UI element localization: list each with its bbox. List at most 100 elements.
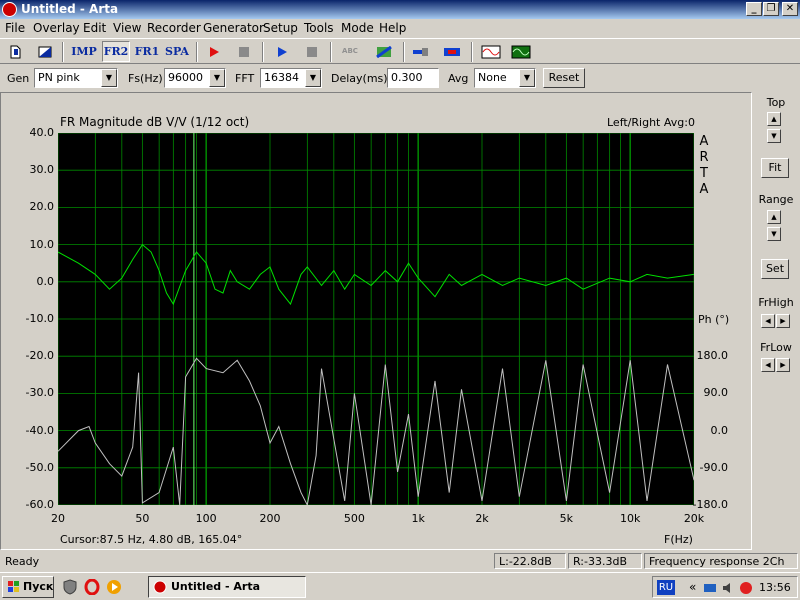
left-level-readout: L:-22.8dB xyxy=(494,553,566,569)
frhigh-left-button[interactable]: ◀ xyxy=(761,314,775,328)
status-ready: Ready xyxy=(5,555,40,568)
menu-overlay[interactable]: Overlay xyxy=(33,21,80,35)
reset-button[interactable]: Reset xyxy=(543,68,585,88)
measurement-params: Gen PN pink ▼ Fs(Hz) 96000 ▼ FFT 16384 ▼… xyxy=(0,65,800,90)
generator-play-icon[interactable] xyxy=(271,41,293,62)
avg-label: Avg xyxy=(448,72,469,85)
menu-file[interactable]: File xyxy=(5,21,25,35)
spa-mode-button[interactable]: SPA xyxy=(163,41,191,62)
menu-edit[interactable]: Edit xyxy=(83,21,106,35)
signal-generator-icon[interactable] xyxy=(478,41,504,62)
toolbar-separator xyxy=(471,42,473,62)
windows-logo-icon xyxy=(7,580,21,600)
arta-app-icon[interactable] xyxy=(2,2,17,17)
averaging-select-value: None xyxy=(478,71,507,84)
network-icon[interactable] xyxy=(703,581,717,598)
record-stop-icon[interactable] xyxy=(233,41,255,62)
media-player-icon[interactable] xyxy=(106,579,122,598)
delay-input[interactable]: 0.300 xyxy=(387,68,439,88)
menu-mode[interactable]: Mode xyxy=(341,21,374,35)
tray-expand-icon[interactable]: « xyxy=(689,580,696,594)
restore-button[interactable]: ❐ xyxy=(763,2,779,16)
gen-label: Gen xyxy=(7,72,30,85)
scope-icon[interactable] xyxy=(508,41,534,62)
record-play-icon[interactable] xyxy=(203,41,225,62)
generator-select[interactable]: PN pink ▼ xyxy=(34,68,118,88)
range-down-button[interactable]: ▼ xyxy=(767,227,781,241)
top-label: Top xyxy=(766,96,786,109)
toolbar-separator xyxy=(403,42,405,62)
window-title: Untitled - Arta xyxy=(21,2,119,16)
x-tick-label: 500 xyxy=(343,512,365,525)
toolbar: IMP FR2 FR1 SPA ABC xyxy=(0,38,800,64)
y-tick-label: -30.0 xyxy=(25,386,54,400)
generator-stop-icon[interactable] xyxy=(301,41,323,62)
volume-icon[interactable] xyxy=(721,581,735,598)
minimize-button[interactable]: _ xyxy=(746,2,762,16)
fit-button[interactable]: Fit xyxy=(761,158,789,178)
fr2-mode-button[interactable]: FR2 xyxy=(102,41,130,62)
menu-tools[interactable]: Tools xyxy=(304,21,334,35)
arta-task-icon xyxy=(153,580,167,600)
phase-tick-label: 0.0 xyxy=(710,423,729,437)
y-tick-label: -60.0 xyxy=(25,498,54,511)
toolbar-separator xyxy=(196,42,198,62)
taskbar-arta-label: Untitled - Arta xyxy=(171,580,260,593)
toolbar-separator xyxy=(330,42,332,62)
x-tick-label: 5k xyxy=(559,512,574,525)
frequency-response-chart[interactable] xyxy=(58,133,694,505)
x-tick-label: 20k xyxy=(683,512,705,525)
menu-setup[interactable]: Setup xyxy=(263,21,298,35)
chevron-down-icon[interactable]: ▼ xyxy=(101,69,117,87)
fs-label: Fs(Hz) xyxy=(128,72,163,85)
impedance-icon[interactable] xyxy=(441,41,463,62)
frhigh-right-button[interactable]: ▶ xyxy=(776,314,790,328)
y-tick-label: -20.0 xyxy=(25,349,54,363)
probe-icon[interactable] xyxy=(410,41,432,62)
plot-title: FR Magnitude dB V/V (1/12 oct) xyxy=(60,115,250,129)
fft-size-select[interactable]: 16384 ▼ xyxy=(260,68,322,88)
antivirus-icon[interactable] xyxy=(739,581,753,598)
set-button[interactable]: Set xyxy=(761,259,789,279)
x-axis-title: F(Hz) xyxy=(664,533,693,546)
open-overlay-icon[interactable] xyxy=(34,41,56,62)
opera-browser-icon[interactable] xyxy=(84,578,100,598)
averaging-select[interactable]: None ▼ xyxy=(474,68,536,88)
menu-help[interactable]: Help xyxy=(379,21,406,35)
phase-tick-label: 180.0 xyxy=(696,349,729,363)
fft-label: FFT xyxy=(235,72,255,85)
x-tick-label: 1k xyxy=(411,512,425,525)
new-file-icon[interactable] xyxy=(5,41,27,62)
impulse-mode-button[interactable]: IMP xyxy=(70,41,98,62)
frlow-label: FrLow xyxy=(760,341,792,354)
right-control-panel: Top ▲ ▼ Fit Range ▲ ▼ Set FrHigh ◀ ▶ FrL… xyxy=(752,92,800,550)
top-up-button[interactable]: ▲ xyxy=(767,112,781,126)
range-up-button[interactable]: ▲ xyxy=(767,210,781,224)
frlow-right-button[interactable]: ▶ xyxy=(776,358,790,372)
x-tick-label: 50 xyxy=(135,512,150,525)
x-tick-label: 200 xyxy=(259,512,281,525)
taskbar-arta-button[interactable]: Untitled - Arta xyxy=(148,576,306,598)
chevron-down-icon[interactable]: ▼ xyxy=(209,69,225,87)
menu-view[interactable]: View xyxy=(113,21,141,35)
y-tick-label: 30.0 xyxy=(29,163,55,177)
menu-recorder[interactable]: Recorder xyxy=(147,21,201,35)
quicklaunch-shield-icon[interactable] xyxy=(62,579,78,598)
range-label: Range xyxy=(758,193,794,206)
fr1-mode-button[interactable]: FR1 xyxy=(133,41,161,62)
chevron-down-icon[interactable]: ▼ xyxy=(519,69,535,87)
x-tick-label: 100 xyxy=(195,512,217,525)
text-annotation-button[interactable]: ABC xyxy=(338,41,362,62)
menu-generator[interactable]: Generator xyxy=(203,21,264,35)
language-indicator[interactable]: RU xyxy=(657,580,675,595)
chevron-down-icon[interactable]: ▼ xyxy=(305,69,321,87)
fft-size-select-value: 16384 xyxy=(264,71,299,84)
close-button[interactable]: ✕ xyxy=(782,2,798,16)
colors-icon[interactable] xyxy=(373,41,395,62)
frlow-left-button[interactable]: ◀ xyxy=(761,358,775,372)
toolbar-separator xyxy=(62,42,64,62)
top-down-button[interactable]: ▼ xyxy=(767,129,781,143)
sample-rate-select[interactable]: 96000 ▼ xyxy=(164,68,226,88)
phase-series-line xyxy=(58,357,694,505)
start-button[interactable]: Пуск xyxy=(2,576,54,598)
